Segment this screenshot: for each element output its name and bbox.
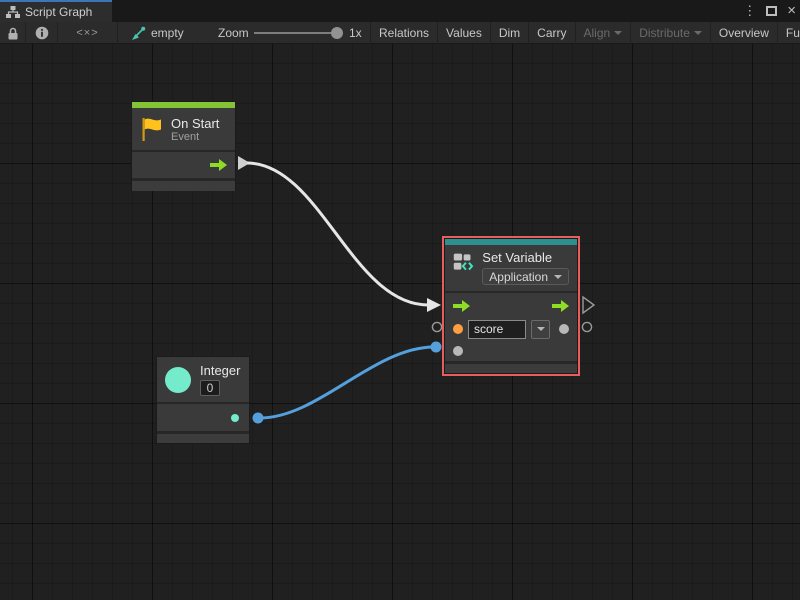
integer-value-field[interactable]: 0 <box>200 380 220 396</box>
node-footer <box>157 431 249 443</box>
info-icon <box>35 26 49 40</box>
tab-script-graph[interactable]: Script Graph <box>0 0 112 22</box>
value-output-port-indicator[interactable] <box>253 413 264 424</box>
value-output-port[interactable] <box>559 324 569 334</box>
wires-layer <box>0 44 800 600</box>
node-title: Integer <box>200 363 240 378</box>
integer-port-row <box>157 404 249 431</box>
align-button[interactable]: Align <box>575 22 631 44</box>
maximize-icon[interactable] <box>766 6 777 16</box>
overview-button[interactable]: Overview <box>710 22 777 44</box>
zoom-slider-track[interactable] <box>254 32 340 34</box>
selection-outline: Set Variable Application <box>442 236 580 376</box>
dim-button[interactable]: Dim <box>490 22 528 44</box>
menu-icon[interactable]: ⋮ <box>743 3 756 19</box>
control-port-row <box>445 295 577 317</box>
chevron-down-icon <box>554 275 562 279</box>
control-output-port-indicator[interactable] <box>238 156 250 170</box>
selection-label: empty <box>151 26 184 40</box>
control-wire <box>247 163 428 305</box>
carry-button[interactable]: Carry <box>528 22 574 44</box>
toolbar-buttons: Relations Values Dim Carry Align Distrib… <box>370 22 800 44</box>
graph-icon <box>6 6 20 18</box>
value-input-row <box>445 341 577 361</box>
variable-name-row: score <box>445 317 577 341</box>
node-footer <box>132 178 235 191</box>
script-graph-window: Script Graph ⋮ × <×> <box>0 0 800 600</box>
scope-value: Application <box>489 270 548 284</box>
value-wire <box>260 347 434 418</box>
value-input-port-indicator[interactable] <box>431 342 442 353</box>
control-output-port[interactable] <box>552 300 569 312</box>
integer-icon <box>165 367 191 393</box>
control-output-unconnected-indicator[interactable] <box>583 297 594 313</box>
variable-name-field[interactable]: score <box>468 320 526 339</box>
chevron-down-icon <box>614 31 622 35</box>
info-button[interactable] <box>26 22 58 44</box>
node-title: On Start <box>171 116 219 131</box>
lock-icon <box>6 26 20 41</box>
graph-canvas[interactable]: On Start Event <box>0 44 800 600</box>
variable-name-dropdown-button[interactable] <box>531 320 550 339</box>
name-input-port[interactable] <box>453 324 463 334</box>
full-screen-button[interactable]: Full Screen <box>777 22 800 44</box>
node-set-variable[interactable]: Set Variable Application <box>445 239 577 373</box>
control-wire-arrowhead <box>427 298 441 312</box>
close-icon[interactable]: × <box>787 6 796 16</box>
chevron-down-icon <box>537 327 545 331</box>
node-footer <box>445 361 577 373</box>
on-start-port-row <box>132 152 235 178</box>
set-variable-header: Set Variable Application <box>445 245 577 291</box>
node-on-start[interactable]: On Start Event <box>132 102 235 190</box>
zoom-slider-knob[interactable] <box>331 27 343 39</box>
control-input-port[interactable] <box>453 300 470 312</box>
chevron-down-icon <box>694 31 702 35</box>
graph-pointer-icon <box>130 26 146 41</box>
lock-button[interactable] <box>0 22 26 44</box>
node-integer[interactable]: Integer 0 <box>157 357 249 443</box>
divider <box>445 291 577 293</box>
variable-scope-dropdown[interactable]: Application <box>482 268 569 285</box>
name-input-unconnected-indicator[interactable] <box>432 322 441 331</box>
value-output-port[interactable] <box>231 414 239 422</box>
node-title: Set Variable <box>482 250 569 265</box>
integer-value: 0 <box>207 381 214 395</box>
code-icon: <×> <box>76 27 98 39</box>
node-subtitle: Event <box>171 131 219 143</box>
variable-name-value: score <box>474 322 503 336</box>
distribute-button[interactable]: Distribute <box>630 22 710 44</box>
toolbar: <×> empty Zoom 1x Relations Values Dim C… <box>0 22 800 44</box>
window-controls: ⋮ × <box>743 0 796 22</box>
relations-button[interactable]: Relations <box>370 22 437 44</box>
zoom-value: 1x <box>349 26 362 40</box>
control-output-port[interactable] <box>210 159 227 171</box>
tab-label: Script Graph <box>25 5 92 19</box>
values-button[interactable]: Values <box>437 22 490 44</box>
integer-header: Integer 0 <box>157 357 249 402</box>
titlebar: Script Graph ⋮ × <box>0 0 800 22</box>
code-button[interactable]: <×> <box>58 22 118 44</box>
value-input-port[interactable] <box>453 346 463 356</box>
flag-icon <box>140 116 163 142</box>
selection-indicator: empty <box>118 22 184 44</box>
variables-icon <box>453 250 474 274</box>
value-output-unconnected-indicator[interactable] <box>582 322 591 331</box>
zoom-label: Zoom <box>218 26 249 40</box>
on-start-header: On Start Event <box>132 108 235 150</box>
